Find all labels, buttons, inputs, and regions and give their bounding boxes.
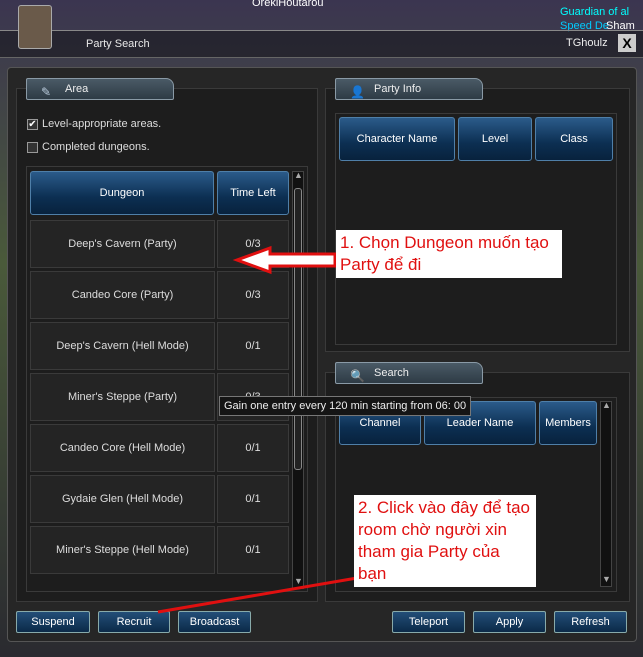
annotation-note-2: 2. Click vào đây để tạo room chờ người x…: [354, 495, 536, 587]
annotation-arrows: [157, 245, 358, 614]
arrow-to-dungeon: [232, 245, 337, 275]
annotation-note-1: 1. Chọn Dungeon muốn tạo Party để đi: [336, 230, 562, 278]
line-to-recruit: [157, 576, 358, 614]
